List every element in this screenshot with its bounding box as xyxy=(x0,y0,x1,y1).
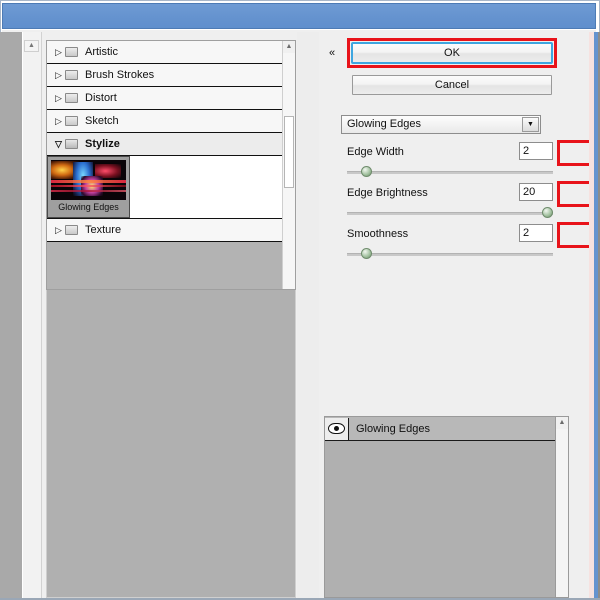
ok-button[interactable]: OK xyxy=(351,42,553,64)
input-edge-width[interactable]: 2 xyxy=(519,142,553,160)
slider-knob-edge-width[interactable] xyxy=(360,166,372,177)
layer-visibility-toggle[interactable] xyxy=(325,417,349,440)
input-edge-brightness[interactable]: 20 xyxy=(519,183,553,201)
filter-category-tree[interactable]: ▷ Artistic ▷ Brush Strokes ▷ Distort ▷ S… xyxy=(46,40,296,290)
document-gutter xyxy=(0,32,23,600)
document-gutter-inner xyxy=(23,32,42,600)
tree-scrollbar[interactable]: ▲ xyxy=(282,41,295,289)
filter-thumbnail-strip: Glowing Edges xyxy=(47,156,295,219)
label-edge-width: Edge Width xyxy=(347,146,404,158)
filter-thumbnail-preview-image xyxy=(51,160,126,200)
chevron-down-icon[interactable]: ▼ xyxy=(522,117,539,132)
filter-thumbnail-glowing-edges[interactable]: Glowing Edges xyxy=(47,156,130,218)
scroll-up-icon[interactable]: ▲ xyxy=(556,417,568,429)
triangle-right-icon[interactable]: ▷ xyxy=(52,116,65,126)
slider-track-edge-width[interactable] xyxy=(347,171,553,174)
window-titlebar xyxy=(2,3,596,29)
tree-row-artistic[interactable]: ▷ Artistic xyxy=(47,41,295,64)
tree-row-sketch[interactable]: ▷ Sketch xyxy=(47,110,295,133)
slider-track-smoothness[interactable] xyxy=(347,253,553,256)
tree-lower-empty-panel xyxy=(46,290,296,598)
tree-label-stylize: Stylize xyxy=(85,137,120,150)
folder-icon xyxy=(65,46,80,58)
triangle-right-icon[interactable]: ▷ xyxy=(52,47,65,57)
cancel-button[interactable]: Cancel xyxy=(352,75,552,95)
filter-thumbnail-label: Glowing Edges xyxy=(58,202,119,212)
tree-scrollbar-thumb[interactable] xyxy=(284,116,294,188)
tree-label-texture: Texture xyxy=(85,223,122,236)
scroll-up-icon[interactable]: ▲ xyxy=(283,41,295,53)
tree-row-brush-strokes[interactable]: ▷ Brush Strokes xyxy=(47,64,295,87)
slider-knob-smoothness[interactable] xyxy=(360,248,372,259)
eye-icon xyxy=(328,423,345,434)
label-smoothness: Smoothness xyxy=(347,228,409,240)
folder-icon xyxy=(65,92,80,104)
folder-open-icon xyxy=(65,138,80,150)
triangle-right-icon[interactable]: ▷ xyxy=(52,70,65,80)
layer-name-glowing-edges: Glowing Edges xyxy=(356,422,430,435)
filter-thumbnail-empty-area xyxy=(130,156,295,218)
folder-icon xyxy=(65,69,80,81)
tree-row-distort[interactable]: ▷ Distort xyxy=(47,87,295,110)
tree-label-sketch: Sketch xyxy=(85,114,119,127)
filter-layer-panel[interactable]: Glowing Edges ▲ xyxy=(324,416,569,598)
layer-row-glowing-edges[interactable]: Glowing Edges xyxy=(325,417,568,441)
panel-divider xyxy=(297,32,319,598)
filter-select-dropdown[interactable]: Glowing Edges ▼ xyxy=(341,115,541,134)
slider-track-edge-brightness[interactable] xyxy=(347,212,553,215)
triangle-right-icon[interactable]: ▷ xyxy=(52,225,65,235)
tree-label-brush-strokes: Brush Strokes xyxy=(85,68,155,81)
tree-empty-area xyxy=(47,242,295,289)
input-smoothness[interactable]: 2 xyxy=(519,224,553,242)
slider-knob-edge-brightness[interactable] xyxy=(541,207,553,218)
folder-icon xyxy=(65,224,80,236)
label-edge-brightness: Edge Brightness xyxy=(347,187,428,199)
left-scroll-nub[interactable]: ▲ xyxy=(24,40,39,52)
tree-label-artistic: Artistic xyxy=(85,45,118,58)
layer-panel-scrollbar[interactable]: ▲ xyxy=(555,417,568,597)
filter-select-value: Glowing Edges xyxy=(347,118,421,130)
folder-icon xyxy=(65,115,80,127)
triangle-down-icon[interactable]: ▽ xyxy=(52,139,65,149)
tree-row-texture[interactable]: ▷ Texture xyxy=(47,219,295,242)
collapse-panel-icon[interactable]: « xyxy=(324,44,340,62)
triangle-right-icon[interactable]: ▷ xyxy=(52,93,65,103)
filter-gallery-window: ▲ ▷ Artistic ▷ Brush Strokes ▷ Distort ▷… xyxy=(0,0,600,600)
tree-row-stylize[interactable]: ▽ Stylize xyxy=(47,133,295,156)
tree-label-distort: Distort xyxy=(85,91,117,104)
